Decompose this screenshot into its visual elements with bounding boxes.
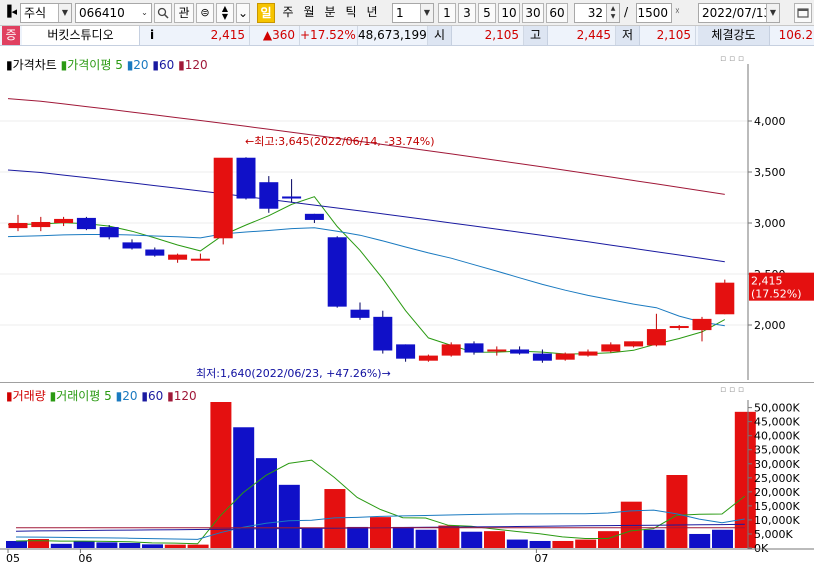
candle-body	[692, 318, 712, 331]
price-tick-label: 3,000	[754, 217, 786, 230]
candle-body	[601, 344, 621, 352]
high-annotation: ←최고:3,645(2022/06/14, -33.74%)	[245, 135, 435, 148]
candle-body	[31, 221, 51, 228]
candle-body	[555, 353, 575, 360]
volume-bar	[392, 526, 414, 548]
candle-body	[624, 341, 644, 347]
candle-body	[669, 326, 689, 329]
volume-bar	[210, 402, 232, 548]
candle-body	[487, 349, 507, 352]
volume-bar	[598, 531, 619, 548]
candle-body	[327, 237, 347, 307]
volume-bar	[187, 544, 209, 548]
volume-bar	[142, 544, 163, 548]
volume-bars	[6, 402, 756, 548]
volume-tick-label: 20,000K	[754, 486, 800, 499]
price-tick-label: 3,500	[754, 166, 786, 179]
volume-bar	[347, 526, 369, 548]
candle-body	[190, 258, 210, 261]
date-tick-label: 05	[6, 552, 20, 565]
volume-tick-label: 25,000K	[754, 472, 800, 485]
price-axis: 4,0003,5003,0002,5002,0002,415(17.52%)	[747, 64, 814, 380]
candle-body	[145, 249, 165, 256]
candle-body	[464, 343, 484, 353]
volume-tick-label: 5,000K	[754, 528, 793, 541]
current-price-label: 2,415	[751, 275, 783, 288]
volume-tick-label: 15,000K	[754, 500, 800, 513]
volume-bar	[164, 544, 186, 548]
chart-window: ▐◂ 주식 ▼ 066410 ⌄ 관 ⊜ ▲ ▼ ⌄ 일 주 월 분 틱 년 1 …	[0, 0, 814, 565]
candle-body	[76, 217, 96, 230]
current-pct-label: (17.52%)	[751, 288, 802, 301]
volume-bar	[689, 533, 711, 548]
candle-body	[259, 182, 279, 209]
volume-bar	[461, 531, 483, 548]
candle-body	[54, 218, 74, 223]
date-tick-label: 06	[78, 552, 92, 565]
candle-body	[282, 196, 302, 199]
volume-bar	[438, 525, 460, 548]
candle-body	[532, 353, 552, 361]
volume-bar	[666, 475, 688, 548]
candle-body	[715, 282, 735, 315]
volume-bar	[278, 484, 300, 548]
candle-body	[350, 309, 370, 318]
candle-body	[373, 316, 393, 351]
volume-bar	[301, 528, 323, 548]
volume-bar	[415, 529, 437, 548]
volume-bar	[529, 540, 551, 548]
volume-bar	[575, 539, 597, 548]
volume-axis: 50,000K45,000K40,000K35,000K30,000K25,00…	[747, 400, 800, 555]
ma5-line	[7, 196, 726, 355]
volume-tick-label: 30,000K	[754, 458, 800, 471]
candle-body	[578, 351, 598, 356]
candle-body	[396, 344, 416, 359]
ma60-line	[7, 169, 725, 263]
volume-bar	[643, 529, 665, 548]
price-tick-label: 4,000	[754, 115, 786, 128]
candle-body	[418, 355, 438, 361]
chart-canvas: 4,0003,5003,0002,5002,0002,415(17.52%) 5…	[0, 64, 814, 565]
date-axis: 05 06 07	[0, 548, 814, 565]
volume-bar	[484, 531, 505, 548]
volume-bar	[6, 540, 27, 548]
candle-body	[122, 242, 142, 249]
candle-body	[441, 344, 461, 356]
volume-bar	[119, 542, 141, 548]
candle-body	[99, 227, 119, 238]
volume-tick-label: 50,000K	[754, 402, 800, 415]
candle-body	[213, 157, 233, 239]
candle-body	[168, 254, 188, 260]
volume-bar	[506, 539, 528, 548]
volume-bar	[96, 542, 118, 548]
candle-body	[646, 329, 666, 346]
volume-bar	[233, 427, 255, 548]
candle-body	[510, 349, 530, 354]
volume-bar	[552, 540, 574, 548]
candle-body	[236, 157, 256, 199]
candle-series	[8, 157, 735, 363]
candle-body	[8, 223, 28, 229]
price-grid	[0, 120, 748, 326]
volume-bar	[712, 529, 733, 548]
volume-tick-label: 35,000K	[754, 444, 800, 457]
volume-tick-label: 45,000K	[754, 416, 800, 429]
volume-bar	[50, 543, 72, 548]
date-tick-label: 07	[534, 552, 548, 565]
volume-tick-label: 40,000K	[754, 430, 800, 443]
volume-bar	[370, 517, 391, 548]
volume-tick-label: 10,000K	[754, 514, 800, 527]
candle-body	[304, 213, 324, 220]
price-tick-label: 2,000	[754, 319, 786, 332]
low-annotation: 최저:1,640(2022/06/23, +47.26%)→	[196, 367, 391, 380]
volume-bar	[73, 540, 95, 548]
